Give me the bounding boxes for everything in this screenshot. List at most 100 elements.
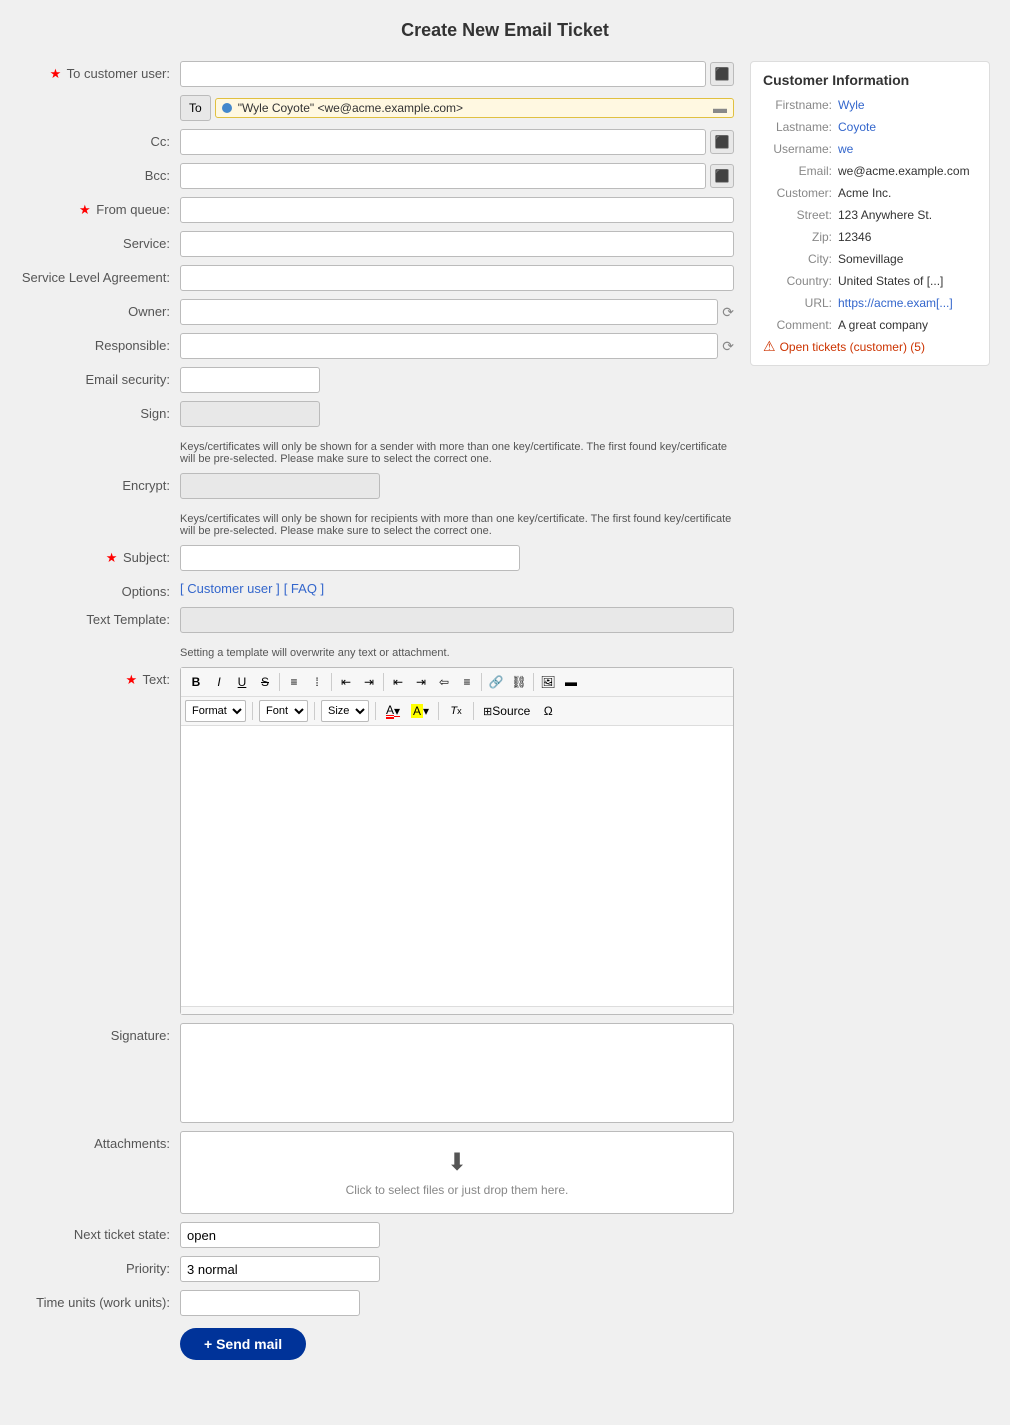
editor-toolbar-row1: B I U S ≡ ⁞ ⇤ ⇥ ⇤ ⇥ ⇦ ≡ [181,668,733,697]
to-tag-close-btn[interactable]: ▬ [713,101,727,115]
bcc-label: Bcc: [20,163,180,183]
to-customer-user-input[interactable] [180,61,706,87]
ci-street-value: 123 Anywhere St. [838,206,932,224]
email-security-input[interactable] [180,367,320,393]
ci-customer-value: Acme Inc. [838,184,891,202]
owner-label: Owner: [20,299,180,319]
subject-input[interactable] [180,545,520,571]
time-units-label: Time units (work units): [20,1290,180,1310]
toolbar-ordered-list-btn[interactable]: ≡ [283,671,305,693]
ci-comment-value: A great company [838,316,928,334]
to-recipient-tag: "Wyle Coyote" <we@acme.example.com> ▬ [215,98,734,118]
ci-row-customer: Customer: Acme Inc. [763,184,977,202]
toolbar-align-center-btn[interactable]: ⇥ [410,671,432,693]
page-title: Create New Email Ticket [20,20,990,41]
ci-firstname-value: Wyle [838,96,865,114]
to-label-spacer [20,95,180,100]
to-customer-user-icon-btn[interactable]: ⬛ [710,62,734,86]
editor-body[interactable] [181,726,733,1006]
ci-url-value: https://acme.exam[...] [838,294,953,312]
ci-city-value: Somevillage [838,250,903,268]
bcc-icon-btn[interactable]: ⬛ [710,164,734,188]
priority-input[interactable] [180,1256,380,1282]
attachment-hint: Click to select files or just drop them … [197,1183,717,1197]
from-queue-input[interactable] [180,197,734,223]
options-link-customer-user[interactable]: [ Customer user ] [180,581,280,596]
toolbar-format-select[interactable]: Format [185,700,246,722]
ci-email-label: Email: [763,162,838,180]
encrypt-note: Keys/certificates will only be shown for… [180,511,734,537]
to-tag-dot-icon [222,103,232,113]
toolbar-align-right-btn[interactable]: ⇦ [433,671,455,693]
toolbar-underline-btn[interactable]: U [231,671,253,693]
to-tag-text: "Wyle Coyote" <we@acme.example.com> [238,101,707,115]
toolbar-special-chars-btn[interactable]: Ω [537,700,559,722]
service-input[interactable] [180,231,734,257]
customer-info-panel: Customer Information Firstname: Wyle Las… [750,61,990,366]
ci-lastname-label: Lastname: [763,118,838,136]
attachments-label: Attachments: [20,1131,180,1151]
toolbar-size-select[interactable]: Size [321,700,369,722]
sign-note: Keys/certificates will only be shown for… [180,439,734,465]
options-links-container: [ Customer user ] [ FAQ ] [180,579,734,596]
sign-input [180,401,320,427]
send-mail-button[interactable]: + Send mail [180,1328,306,1360]
next-ticket-state-label: Next ticket state: [20,1222,180,1242]
to-button[interactable]: To [180,95,211,121]
toolbar-italic-btn[interactable]: I [208,671,230,693]
toolbar-link-btn[interactable]: 🔗 [485,671,507,693]
ci-email-value: we@acme.example.com [838,162,970,180]
toolbar-indent-less-btn[interactable]: ⇤ [335,671,357,693]
to-customer-user-label: ★ To customer user: [20,61,180,82]
text-editor: B I U S ≡ ⁞ ⇤ ⇥ ⇤ ⇥ ⇦ ≡ [180,667,734,1015]
toolbar-bold-btn[interactable]: B [185,671,207,693]
ci-customer-label: Customer: [763,184,838,202]
toolbar-source-btn[interactable]: ⊞ Source [480,700,533,722]
toolbar-justify-btn[interactable]: ≡ [456,671,478,693]
customer-info-title: Customer Information [763,72,977,88]
responsible-refresh-icon[interactable]: ⟳ [722,338,734,355]
toolbar-font-select[interactable]: Font [259,700,308,722]
toolbar-sep5 [533,673,534,691]
attachment-dropzone[interactable]: ⬇ Click to select files or just drop the… [180,1131,734,1214]
owner-input[interactable] [180,299,718,325]
open-tickets-link[interactable]: ⚠ Open tickets (customer) (5) [763,338,977,355]
ci-row-lastname: Lastname: Coyote [763,118,977,136]
toolbar-align-left-btn[interactable]: ⇤ [387,671,409,693]
encrypt-label: Encrypt: [20,473,180,493]
cc-input[interactable] [180,129,706,155]
responsible-input[interactable] [180,333,718,359]
time-units-input[interactable] [180,1290,360,1316]
toolbar-rule-btn[interactable]: ▬ [560,671,582,693]
from-queue-label: ★ From queue: [20,197,180,218]
bcc-input[interactable] [180,163,706,189]
ci-firstname-label: Firstname: [763,96,838,114]
toolbar-strike-btn[interactable]: S [254,671,276,693]
options-link-faq[interactable]: [ FAQ ] [284,581,324,596]
upload-icon: ⬇ [197,1148,717,1177]
cc-icon-btn[interactable]: ⬛ [710,130,734,154]
warning-icon: ⚠ [763,338,776,355]
options-label: Options: [20,579,180,599]
editor-footer [181,1006,733,1014]
signature-area [180,1023,734,1123]
toolbar-sep6 [252,702,253,720]
next-ticket-state-input[interactable] [180,1222,380,1248]
responsible-label: Responsible: [20,333,180,353]
ci-row-username: Username: we [763,140,977,158]
toolbar-unordered-list-btn[interactable]: ⁞ [306,671,328,693]
sla-input[interactable] [180,265,734,291]
owner-refresh-icon[interactable]: ⟳ [722,304,734,321]
sign-label: Sign: [20,401,180,421]
toolbar-clear-format-btn[interactable]: Tx [445,700,467,722]
toolbar-image-btn[interactable]: 🖼 [537,671,559,693]
toolbar-bg-color-btn[interactable]: A▾ [408,700,432,722]
toolbar-font-color-btn[interactable]: A▾ [382,700,404,722]
toolbar-indent-more-btn[interactable]: ⇥ [358,671,380,693]
toolbar-sep10 [473,702,474,720]
toolbar-sep7 [314,702,315,720]
cc-label: Cc: [20,129,180,149]
toolbar-unlink-btn[interactable]: ⛓ [508,671,530,693]
sla-label: Service Level Agreement: [20,265,180,285]
toolbar-sep4 [481,673,482,691]
